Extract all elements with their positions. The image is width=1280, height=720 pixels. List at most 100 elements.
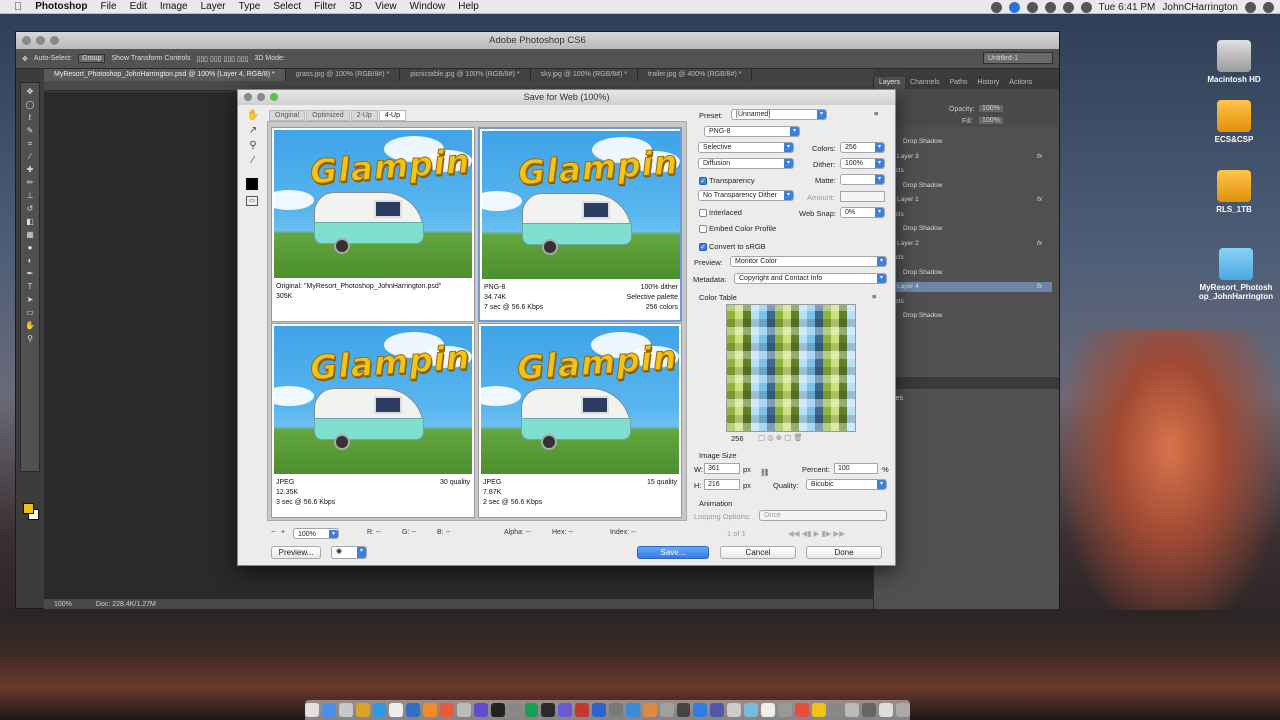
desktop-icon-macintosh-hd[interactable]: Macintosh HD [1194,40,1274,84]
blur-icon[interactable]: ● [24,243,36,252]
notification-center-icon[interactable] [1263,1,1274,13]
embed-color-profile-checkbox[interactable] [699,225,707,233]
move-icon[interactable]: ✥ [24,87,36,96]
dock-app-icon[interactable] [794,703,809,717]
spotlight-icon[interactable] [1245,1,1256,13]
layer-effect-row[interactable]: Drop Shadow [874,311,1052,321]
tab-sky[interactable]: sky.jpg @ 100% (RGB/8#) * [531,69,638,81]
menu-select[interactable]: Select [273,1,301,12]
dock-app-icon[interactable] [473,703,488,717]
menu-file[interactable]: File [100,1,116,12]
stamp-icon[interactable]: ⊥ [24,191,36,200]
tab-picnictable[interactable]: picnictable.jpg @ 100% (RGB/8#) * [400,69,531,81]
dither-algorithm-select[interactable]: Diffusion ▾ [698,158,794,169]
fx-icon[interactable]: fx [1037,239,1042,249]
zoom-in-icon[interactable]: + [281,529,285,536]
dock-app-icon[interactable] [744,703,759,717]
menu-window[interactable]: Window [410,1,446,12]
link-icon[interactable]: ⛓ [760,468,770,477]
zoom-level[interactable]: 100% [54,601,72,608]
dock-app-icon[interactable] [524,703,539,717]
desktop-icon-ecs-csp[interactable]: ECS&CSP [1194,100,1274,144]
preview-pane[interactable]: Glamping PNG-8 34.74K 7 sec @ 56.6 Kbps 100%… [478,127,682,322]
done-button[interactable]: Done [806,546,882,559]
zoom-icon[interactable]: ⚲ [24,334,36,343]
dock-app-icon[interactable] [389,703,404,717]
eyedropper-color-swatch[interactable] [246,178,258,190]
dock-app-icon[interactable] [693,703,708,717]
time-machine-icon[interactable] [1044,1,1056,13]
preview-pane[interactable]: Glamping Original: "MyResort_Photoshop_Jo… [271,127,475,322]
dock-app-icon[interactable] [659,703,674,717]
dock-app-icon[interactable] [355,703,370,717]
matte-select[interactable]: ▾ [840,174,885,185]
foreground-color-swatch[interactable] [23,503,34,514]
move-tool-icon[interactable]: ✥ [22,55,28,63]
dock-app-icon[interactable] [845,703,860,717]
tab-document[interactable]: MyResort_Photoshop_JohnHarrington.psd @ … [44,69,286,81]
type-icon[interactable]: T [24,282,36,291]
tab-history[interactable]: History [973,77,1005,89]
dock-app-icon[interactable] [338,703,353,717]
wifi-icon[interactable] [1062,1,1074,13]
color-table-grid[interactable] [726,304,856,432]
preview-select[interactable]: Monitor Color ▾ [730,256,887,267]
eyedropper-icon[interactable]: ⁄ [24,152,36,161]
fx-icon[interactable]: fx [1037,195,1042,205]
gradient-icon[interactable]: ▦ [24,230,36,239]
preview-button[interactable]: Preview... [271,546,321,559]
eyedropper-icon[interactable]: ⁄ [246,155,260,167]
dock-app-icon[interactable] [609,703,623,717]
lasso-icon[interactable]: ℓ [24,113,36,122]
dock-app-icon[interactable] [304,703,319,717]
layer-effect-row[interactable]: Drop Shadow [874,268,1052,278]
auto-select-label[interactable]: Auto-Select: [34,55,72,62]
dock-app-icon[interactable] [575,703,590,717]
layer-row[interactable]: Layer 2 fx [874,239,1052,249]
quality-select[interactable]: Bicubic ▾ [806,479,887,490]
zoom-out-icon[interactable]: − [271,529,275,536]
format-select[interactable]: PNG-8 ▾ [704,126,800,137]
dock-app-icon[interactable] [321,703,336,717]
dock-app-icon[interactable] [372,703,387,717]
width-field[interactable]: 361 [704,463,740,474]
minimize-button[interactable] [36,36,45,45]
zoom-select[interactable]: 100% ▾ [293,528,339,539]
zoom-icon[interactable]: ⚲ [246,140,260,152]
slice-select-icon[interactable]: ↗ [246,125,260,137]
layer-effect-row[interactable]: Drop Shadow [874,224,1052,234]
tab-layers[interactable]: Layers [874,77,906,89]
layer-effect-row[interactable]: Effects [874,210,1052,220]
dock-app-icon[interactable] [507,703,522,717]
dock-app-icon[interactable] [676,703,691,717]
dock-app-icon[interactable] [625,703,640,717]
menu-edit[interactable]: Edit [130,1,147,12]
fx-icon[interactable]: fx [1037,282,1042,292]
fx-icon[interactable]: fx [1037,152,1042,162]
transparency-checkbox[interactable]: ✓ [699,177,707,185]
show-transform-checkbox[interactable]: Show Transform Controls [111,55,190,62]
align-icons[interactable]: ▯▯▯ ▯▯▯ ▯▯▯ ▯▯▯ [196,55,248,63]
color-table-menu-icon[interactable]: ≡ [872,292,876,301]
layer-effect-row[interactable]: Effects [874,166,1052,176]
tab-paths[interactable]: Paths [945,77,973,89]
dock-app-icon[interactable] [490,703,505,717]
menu-view[interactable]: View [375,1,397,12]
dock-app-icon[interactable] [423,703,438,717]
tab-2up[interactable]: 2-Up [350,110,378,121]
convert-srgb-checkbox[interactable]: ✓ [699,243,707,251]
minimize-button[interactable] [257,93,265,101]
layer-row[interactable]: Layer 3 fx [874,152,1052,162]
battery-icon[interactable] [1080,1,1092,13]
toggle-slices-icon[interactable]: ▭ [246,196,258,206]
menu-3d[interactable]: 3D [349,1,362,12]
animation-controls[interactable]: ◀◀ ◀▮ ▶ ▮▶ ▶▶ [788,529,845,538]
dock-app-icon[interactable] [642,703,657,717]
settings-menu-icon[interactable]: ≡ [874,109,878,118]
user-menu[interactable]: JohnCHarrington [1162,2,1238,13]
dock-app-icon[interactable] [710,703,725,717]
close-button[interactable] [22,36,31,45]
dock-app-icon[interactable] [406,703,421,717]
hand-icon[interactable]: ✋ [246,110,260,122]
shape-icon[interactable]: ▭ [24,308,36,317]
